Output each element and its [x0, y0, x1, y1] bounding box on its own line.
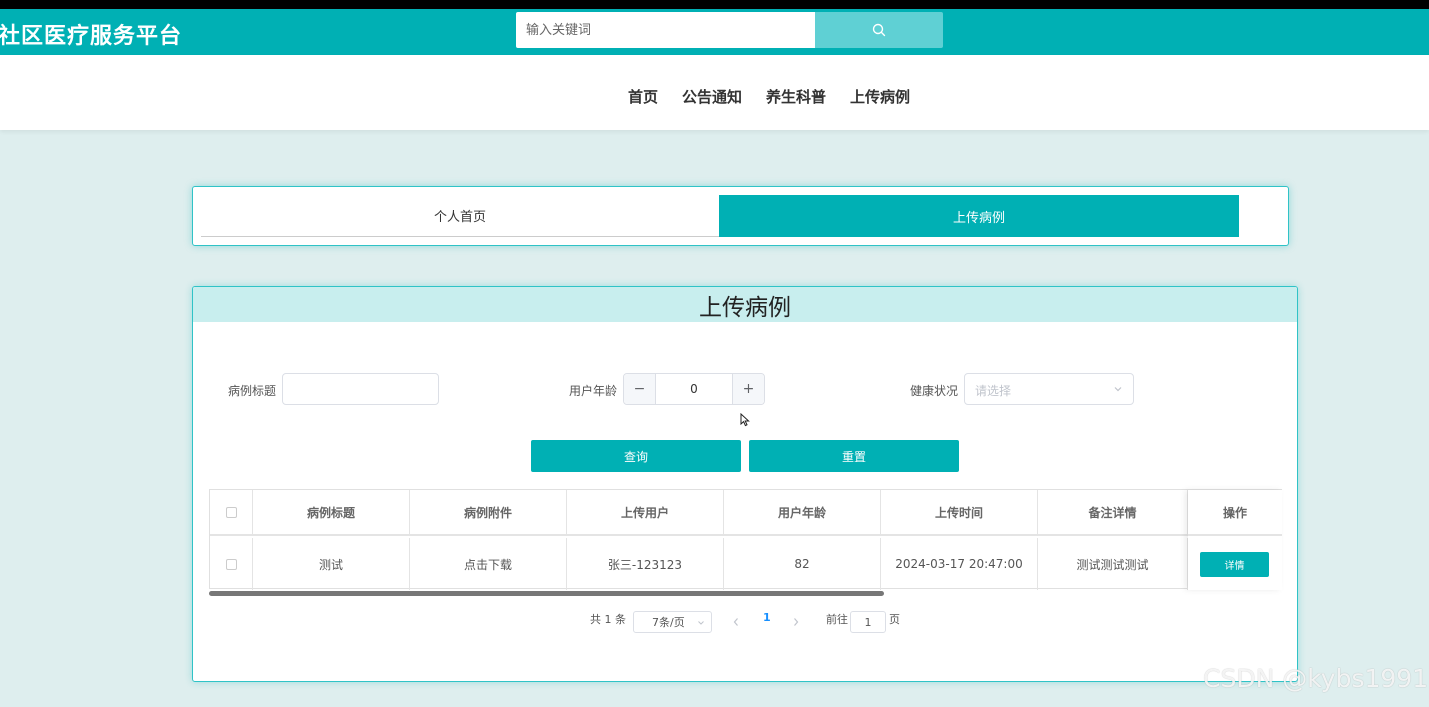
query-button[interactable]: 查询	[531, 440, 741, 472]
actions-column: 操作 详情	[1188, 490, 1282, 590]
tab-personal-home[interactable]: 个人首页	[201, 195, 719, 237]
nav-item-upload-case[interactable]: 上传病例	[850, 86, 910, 107]
cell-case-title: 测试	[253, 538, 410, 590]
chevron-left-icon[interactable]	[732, 617, 740, 627]
pagination-total: 共 1 条	[590, 613, 626, 626]
table-header: 病例附件	[410, 490, 567, 536]
table-header: 病例标题	[253, 490, 410, 536]
case-table: 病例标题 病例附件 上传用户 用户年龄 上传时间 备注详情 测试 点击下载 张三…	[209, 489, 1282, 590]
cell-user-age: 82	[724, 538, 881, 590]
select-all-cell	[210, 490, 253, 536]
goto-page-input[interactable]: 1	[850, 611, 886, 633]
goto-prefix: 前往	[826, 613, 848, 626]
profile-tabs: 个人首页 上传病例	[192, 186, 1289, 246]
page-size-select[interactable]: 7条/页	[633, 611, 712, 633]
user-age-value[interactable]: 0	[656, 374, 732, 404]
user-age-label: 用户年龄	[569, 384, 618, 398]
row-select-cell	[210, 538, 253, 590]
health-status-placeholder: 请选择	[975, 384, 1012, 398]
cell-remark: 测试测试测试	[1038, 538, 1188, 590]
cell-upload-user: 张三-123123	[567, 538, 724, 590]
search-button[interactable]	[815, 12, 943, 48]
search-input[interactable]	[516, 12, 816, 48]
case-title-input[interactable]	[282, 373, 439, 405]
brand-title: 社区医疗服务平台	[0, 24, 183, 49]
cell-attachment-download-link[interactable]: 点击下载	[410, 538, 567, 590]
select-all-checkbox[interactable]	[225, 506, 237, 518]
top-black-strip	[0, 0, 1429, 9]
table-header: 上传时间	[881, 490, 1038, 536]
nav-item-home[interactable]: 首页	[628, 86, 658, 107]
chevron-down-icon	[1114, 387, 1122, 392]
table-horizontal-scrollbar[interactable]	[209, 591, 884, 596]
table-header: 上传用户	[567, 490, 724, 536]
header-bar: 社区医疗服务平台	[0, 9, 1429, 55]
csdn-watermark: CSDN @kybs1991	[1203, 664, 1429, 693]
panel-title: 上传病例	[193, 287, 1297, 322]
page-size-value: 7条/页	[652, 616, 685, 629]
reset-button[interactable]: 重置	[749, 440, 959, 472]
user-age-stepper[interactable]: − 0 +	[623, 373, 765, 405]
health-status-label: 健康状况	[910, 384, 959, 398]
table-header: 备注详情	[1038, 490, 1188, 536]
mouse-cursor-icon	[740, 413, 750, 427]
goto-suffix: 页	[889, 613, 900, 626]
tab-upload-case[interactable]: 上传病例	[719, 195, 1239, 237]
main-nav: 首页 公告通知 养生科普 上传病例	[0, 55, 1429, 130]
minus-icon[interactable]: −	[624, 374, 656, 404]
nav-item-health-science[interactable]: 养生科普	[766, 86, 826, 107]
nav-item-notices[interactable]: 公告通知	[682, 86, 742, 107]
health-status-select[interactable]: 请选择	[964, 373, 1134, 405]
search-icon	[872, 23, 886, 37]
page-number-current[interactable]: 1	[763, 611, 771, 624]
chevron-right-icon[interactable]	[792, 617, 800, 627]
table-header: 用户年龄	[724, 490, 881, 536]
row-checkbox[interactable]	[225, 558, 237, 570]
case-title-label: 病例标题	[228, 384, 277, 398]
chevron-down-icon	[698, 621, 704, 625]
plus-icon[interactable]: +	[732, 374, 764, 404]
detail-button[interactable]: 详情	[1200, 552, 1269, 577]
cell-upload-time: 2024-03-17 20:47:00	[881, 538, 1038, 590]
upload-case-panel: 上传病例 病例标题 用户年龄 − 0 + 健康状况 请选择 查询 重置 病例标题…	[192, 286, 1298, 682]
table-header: 操作	[1188, 490, 1282, 536]
